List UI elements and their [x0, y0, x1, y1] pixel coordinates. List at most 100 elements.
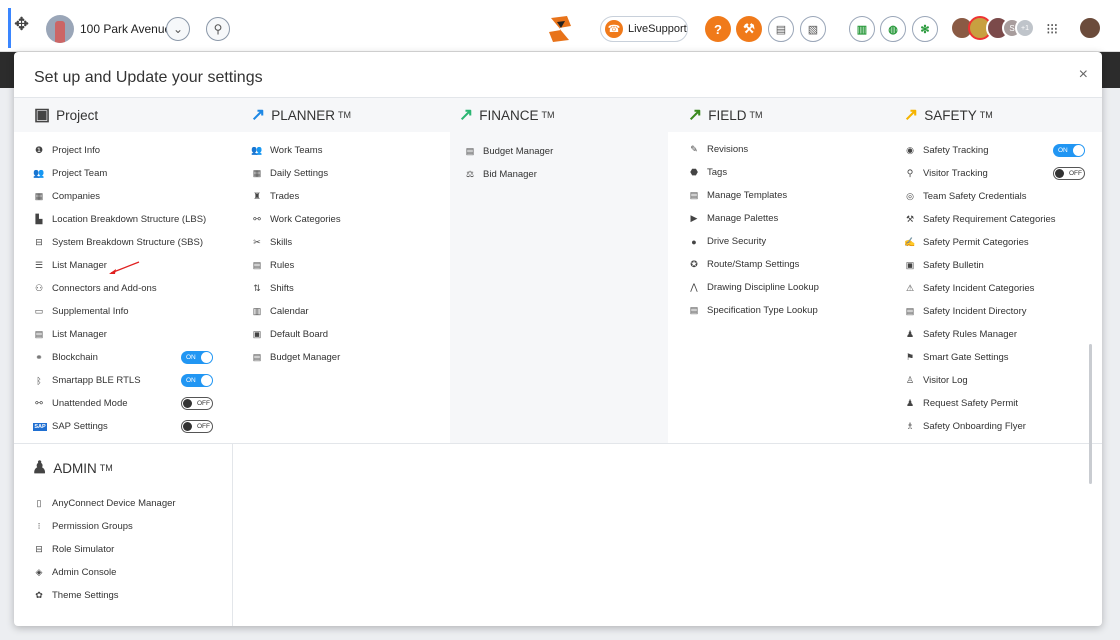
menu-item[interactable]: ◈ Admin Console	[33, 561, 232, 584]
menu-item[interactable]: ⚯ Work Categories	[251, 208, 450, 231]
move-icon[interactable]: ✥	[14, 14, 29, 35]
planner-hammer-icon: ↗	[251, 105, 266, 124]
menu-item[interactable]: ▤ Specification Type Lookup	[688, 299, 884, 322]
menu-item[interactable]: ▶ Manage Palettes	[688, 207, 884, 230]
menu-item[interactable]: ⇅ Shifts	[251, 277, 450, 300]
menu-item[interactable]: ▥ Calendar	[251, 300, 450, 323]
menu-item[interactable]: ▦ Companies	[33, 185, 232, 208]
menu-item[interactable]: ✍ Safety Permit Categories	[904, 231, 1102, 254]
chevron-down-icon[interactable]: ⌄	[166, 17, 190, 41]
close-icon[interactable]: ×	[1079, 66, 1088, 84]
toggle-switch[interactable]: ON	[1053, 144, 1085, 157]
menu-item[interactable]: ✿ Theme Settings	[33, 584, 232, 607]
menu-item[interactable]: ⚯ Unattended Mode OFF	[33, 392, 232, 415]
menu-item[interactable]: ● Drive Security	[688, 230, 884, 253]
category-icon: ⚯	[253, 214, 261, 224]
menu-item[interactable]: 👥 Project Team	[33, 162, 232, 185]
menu-item[interactable]: ▤ Rules	[251, 254, 450, 277]
app-logo-icon[interactable]	[545, 14, 575, 44]
toggle-switch[interactable]: ON	[181, 374, 213, 387]
menu-item[interactable]: SAP SAP Settings OFF	[33, 415, 232, 438]
apps-grid-icon[interactable]: ⁝⁝⁝	[1046, 20, 1058, 38]
chat-icon[interactable]: ◍	[880, 16, 906, 42]
menu-item[interactable]: ◎ Team Safety Credentials	[904, 185, 1102, 208]
menu-item[interactable]: ⁝ Permission Groups	[33, 515, 232, 538]
menu-item-label: Smart Gate Settings	[923, 352, 1009, 363]
sbs-icon: ⊟	[35, 237, 43, 247]
menu-item[interactable]: ❶ Project Info	[33, 139, 232, 162]
menu-item[interactable]: ▤ Budget Manager	[464, 140, 668, 163]
toggle-switch[interactable]: OFF	[181, 420, 213, 433]
menu-item[interactable]: ⊟ System Breakdown Structure (SBS)	[33, 231, 232, 254]
menu-item[interactable]: ♙ Visitor Log	[904, 369, 1102, 392]
network-icon: ⚯	[35, 398, 43, 408]
gate-icon: ⚑	[905, 352, 915, 362]
menu-item[interactable]: ◉ Safety Tracking ON	[904, 139, 1102, 162]
planner-tm: TM	[338, 110, 352, 120]
help-icon[interactable]: ?	[705, 16, 731, 42]
project-avatar[interactable]	[46, 15, 74, 43]
menu-item[interactable]: ▤ List Manager	[33, 323, 232, 346]
clipboard-icon[interactable]: ▤	[768, 16, 794, 42]
toggle-switch[interactable]: OFF	[181, 397, 213, 410]
finance-column: ↗ FINANCE TM ▤ Budget Manager ⚖ Bid Manager	[450, 98, 668, 186]
console-icon: ◈	[35, 567, 43, 577]
toggle-switch[interactable]: ON	[181, 351, 213, 364]
menu-item[interactable]: ⊟ Role Simulator	[33, 538, 232, 561]
menu-item[interactable]: ▣ Safety Bulletin	[904, 254, 1102, 277]
activity-icon[interactable]: ✻	[912, 16, 938, 42]
menu-item-label: Theme Settings	[52, 590, 119, 601]
user-avatar[interactable]	[1078, 16, 1102, 40]
live-support-button[interactable]: ☎ LiveSupport	[600, 16, 688, 42]
menu-item[interactable]: ⬣ Tags	[688, 161, 884, 184]
menu-item[interactable]: ⚠ Safety Incident Categories	[904, 277, 1102, 300]
menu-item[interactable]: ⚑ Smart Gate Settings	[904, 346, 1102, 369]
supplemental-icon: ▭	[34, 306, 44, 316]
menu-item-label: Shifts	[270, 283, 294, 294]
menu-item[interactable]: 👥 Work Teams	[251, 139, 450, 162]
project-name[interactable]: 100 Park Avenue	[80, 22, 171, 36]
menu-item[interactable]: ᛒ Smartapp BLE RTLS ON	[33, 369, 232, 392]
menu-item[interactable]: ✪ Route/Stamp Settings	[688, 253, 884, 276]
document-icon[interactable]: ▧	[800, 16, 826, 42]
menu-item[interactable]: ⚲ Visitor Tracking OFF	[904, 162, 1102, 185]
scrollbar[interactable]	[1089, 344, 1092, 484]
receipt-icon[interactable]: ▥	[849, 16, 875, 42]
menu-item[interactable]: ♟ Request Safety Permit	[904, 392, 1102, 415]
revisions-icon: ✎	[690, 144, 698, 154]
companies-icon: ▦	[34, 191, 44, 201]
menu-item[interactable]: ▯ AnyConnect Device Manager	[33, 492, 232, 515]
tracking-icon: ◉	[906, 145, 914, 155]
finance-tm: TM	[541, 110, 555, 120]
menu-item[interactable]: ⚇ Connectors and Add-ons	[33, 277, 232, 300]
menu-item[interactable]: ♟ Safety Rules Manager	[904, 323, 1102, 346]
menu-item-label: Tags	[707, 167, 728, 178]
search-icon[interactable]: ⚲	[206, 17, 230, 41]
menu-item[interactable]: ▣ Default Board	[251, 323, 450, 346]
menu-item[interactable]: ✂ Skills	[251, 231, 450, 254]
toggle-switch[interactable]: OFF	[1053, 167, 1085, 180]
menu-item[interactable]: ▙ Location Breakdown Structure (LBS)	[33, 208, 232, 231]
template-icon: ▤	[689, 190, 699, 200]
menu-item-label: Manage Templates	[707, 190, 788, 201]
menu-item[interactable]: ⚖ Bid Manager	[464, 163, 668, 186]
menu-item[interactable]: ♗ Safety Onboarding Flyer	[904, 415, 1102, 438]
menu-item[interactable]: ✎ Revisions	[688, 138, 884, 161]
menu-item[interactable]: ▦ Daily Settings	[251, 162, 450, 185]
menu-item[interactable]: ▤ Safety Incident Directory	[904, 300, 1102, 323]
menu-item[interactable]: ▭ Supplemental Info	[33, 300, 232, 323]
menu-item[interactable]: ⋀ Drawing Discipline Lookup	[688, 276, 884, 299]
field-tm: TM	[749, 110, 763, 120]
calendar-icon: ▦	[252, 168, 262, 178]
headset-icon: ☎	[605, 20, 623, 38]
safety-column: ↗ SAFETY TM ◉ Safety Tracking ON ⚲ Visitor T…	[884, 98, 1102, 438]
menu-item[interactable]: ♜ Trades	[251, 185, 450, 208]
planner-header-label: PLANNER	[271, 107, 336, 123]
bluetooth-icon: ᛒ	[36, 375, 42, 386]
avatar-overflow-count[interactable]: +1	[1015, 18, 1035, 38]
menu-item[interactable]: ⚭ Blockchain ON	[33, 346, 232, 369]
menu-item[interactable]: ▤ Manage Templates	[688, 184, 884, 207]
hammer-icon[interactable]: ⚒	[736, 16, 762, 42]
menu-item[interactable]: ▤ Budget Manager	[251, 346, 450, 369]
menu-item[interactable]: ⚒ Safety Requirement Categories	[904, 208, 1102, 231]
